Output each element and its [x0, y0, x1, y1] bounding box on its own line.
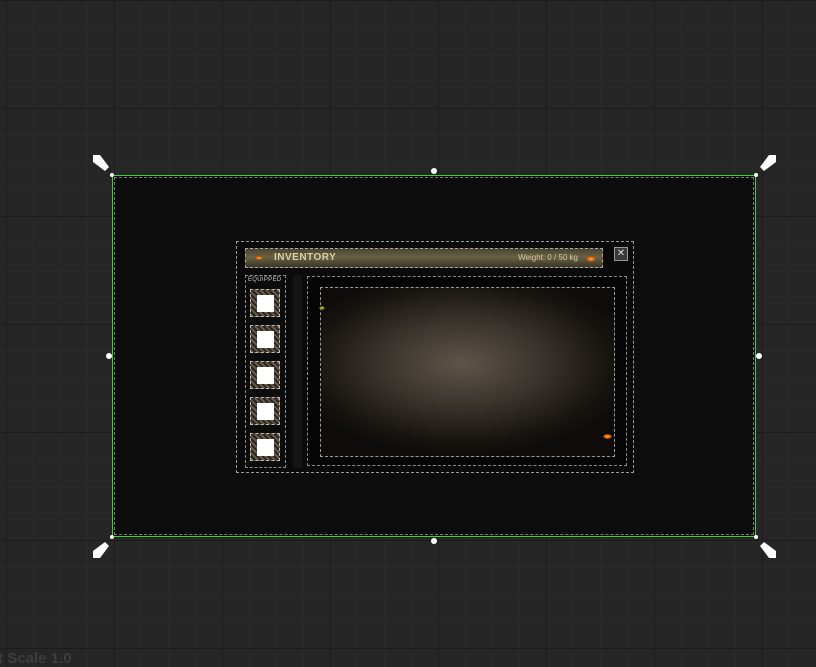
anchor-bottom-right-icon[interactable] [758, 540, 778, 560]
equipped-panel: EQUIPPED [245, 275, 286, 468]
anchor-bottom-left-icon[interactable] [91, 540, 111, 560]
resize-handle-bottom-left[interactable] [110, 535, 114, 539]
slot-placeholder [257, 403, 274, 420]
resize-handle-bottom[interactable] [431, 538, 437, 544]
resize-handle-left[interactable] [106, 353, 112, 359]
panel-divider [293, 275, 302, 468]
equipment-slot[interactable] [250, 325, 280, 353]
glow-decoration-icon [586, 256, 596, 262]
resize-handle-top[interactable] [431, 168, 437, 174]
equipment-slot[interactable] [250, 361, 280, 389]
glow-decoration-icon [255, 256, 263, 260]
anchor-top-right-icon[interactable] [758, 153, 778, 173]
spark-icon [603, 434, 612, 439]
slot-placeholder [257, 331, 274, 348]
slot-placeholder [257, 439, 274, 456]
slot-placeholder [257, 367, 274, 384]
equipment-slot[interactable] [250, 433, 280, 461]
anchor-top-left-icon[interactable] [91, 153, 111, 173]
inventory-title-bar[interactable]: INVENTORY Weight: 0 / 50 kg [245, 248, 603, 268]
resize-handle-top-left[interactable] [110, 173, 114, 177]
equipped-label: EQUIPPED [248, 277, 282, 283]
weight-label: Weight: 0 / 50 kg [518, 253, 578, 262]
resize-handle-bottom-right[interactable] [754, 535, 758, 539]
close-button[interactable]: ✕ [614, 247, 628, 261]
inventory-panel[interactable]: INVENTORY Weight: 0 / 50 kg ✕ EQUIPPED [236, 241, 634, 473]
slot-placeholder [257, 295, 274, 312]
resize-handle-right[interactable] [756, 353, 762, 359]
equipment-slot[interactable] [250, 289, 280, 317]
inventory-grid[interactable] [319, 287, 615, 457]
spark-icon [319, 306, 325, 310]
viewport-scale-label: ıt Scale 1.0 [0, 650, 72, 667]
inventory-title: INVENTORY [274, 252, 337, 263]
resize-handle-top-right[interactable] [754, 173, 758, 177]
inventory-grid-container [307, 276, 627, 466]
equipment-slot[interactable] [250, 397, 280, 425]
